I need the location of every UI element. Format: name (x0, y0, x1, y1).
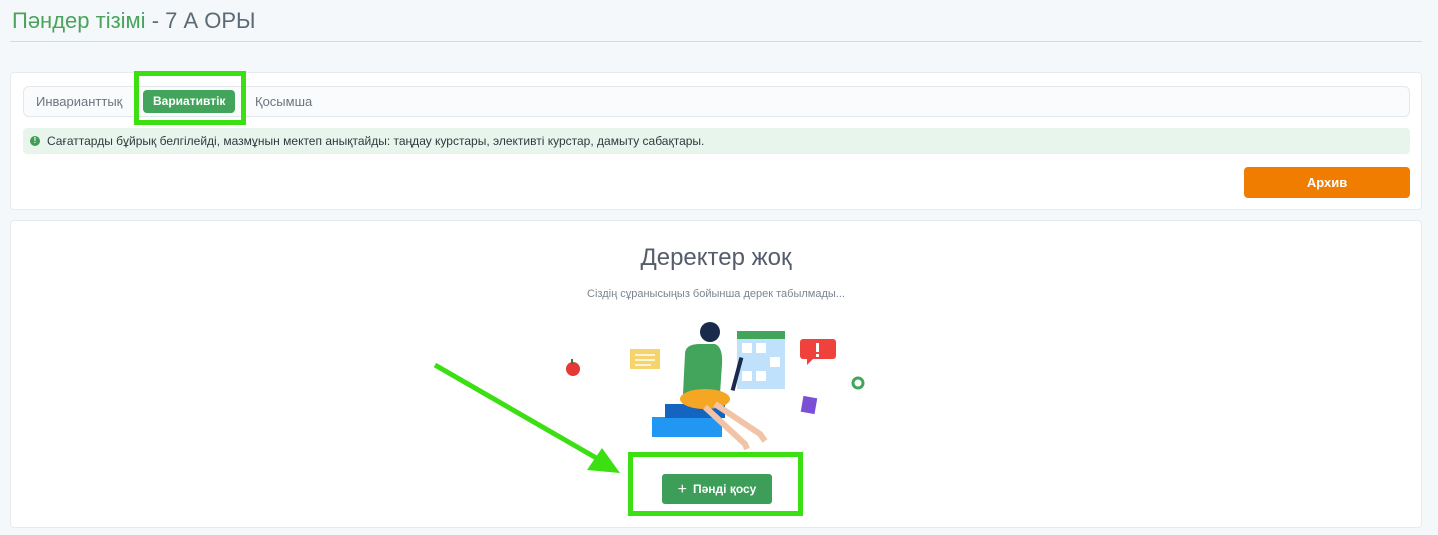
gear-icon (851, 376, 865, 390)
title-divider (10, 41, 1422, 42)
book-icon (800, 395, 818, 415)
books-stack (652, 417, 722, 437)
empty-state-subtitle: Сіздің сұранысыңыз бойынша дерек табылма… (587, 288, 845, 300)
note-icon (630, 349, 660, 369)
tab-invariant[interactable]: Инварианттық (36, 87, 122, 116)
page-title-separator: - (145, 8, 166, 33)
empty-state-title: Деректер жоқ (640, 244, 792, 271)
pointer-arrow (433, 362, 620, 473)
filter-card: Инварианттық Вариативтік Қосымша ! Сағат… (10, 71, 1422, 210)
highlight-box-add (628, 452, 803, 516)
info-icon: ! (30, 136, 40, 146)
highlight-box-tab (134, 71, 246, 125)
alert-text: Сағаттарды бұйрық белгілейді, мазмұнын м… (47, 134, 705, 148)
info-alert: ! Сағаттарды бұйрық белгілейді, мазмұнын… (23, 128, 1410, 154)
page-title: Пәндер тізімі - 7 А ОРЫ (12, 8, 256, 34)
empty-state-card: Деректер жоқ Сіздің сұранысыңыз бойынша … (10, 220, 1422, 528)
page-title-class: 7 А ОРЫ (165, 8, 256, 33)
archive-button[interactable]: Архив (1244, 167, 1410, 198)
page-title-main: Пәндер тізімі (12, 8, 146, 33)
tab-additional[interactable]: Қосымша (255, 87, 312, 116)
